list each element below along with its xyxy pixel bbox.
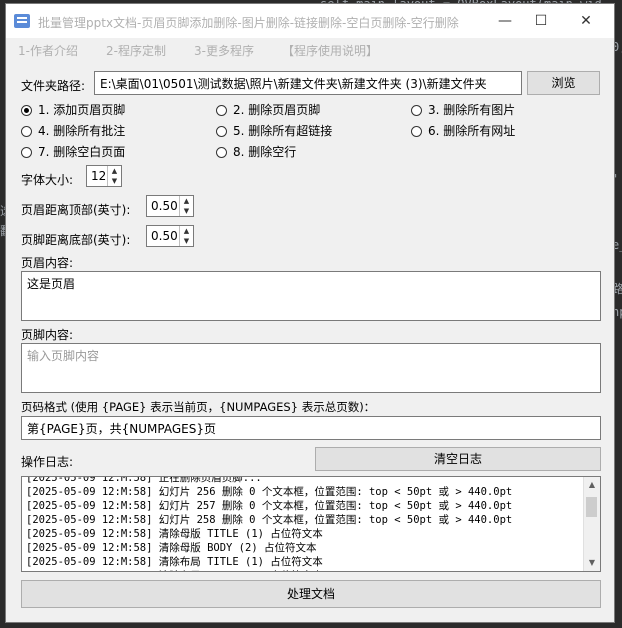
- folder-path-input[interactable]: E:\桌面\01\0501\测试数据\照片\新建文件夹\新建文件夹 (3)\新建…: [94, 71, 522, 95]
- spin-up-icon[interactable]: ▲: [108, 166, 121, 176]
- option-label: 6. 删除所有网址: [428, 124, 516, 138]
- radio-dot: [21, 105, 32, 116]
- footer-content-label: 页脚内容:: [21, 328, 74, 342]
- option-delete-header-footer[interactable]: 2. 删除页眉页脚: [216, 101, 320, 117]
- radio-dot: [216, 105, 227, 116]
- page-format-label: 页码格式 (使用 {PAGE} 表示当前页，{NUMPAGES} 表示总页数)：: [21, 400, 376, 414]
- log-label: 操作日志:: [21, 455, 74, 469]
- folder-path-label: 文件夹路径:: [21, 79, 86, 93]
- log-line: [2025-05-09 12:M:58] 清除母版 TITLE (1) 占位符文…: [26, 528, 323, 540]
- menu-item-more[interactable]: 3-更多程序: [194, 42, 254, 59]
- menu-item-help[interactable]: 【程序使用说明】: [282, 42, 378, 59]
- main-window: 批量管理pptx文档-页眉页脚添加删除-图片删除-链接删除-空白页删除-空行删除…: [5, 3, 615, 623]
- scroll-up-icon[interactable]: ▲: [584, 477, 600, 493]
- log-textarea[interactable]: [2025-05-09 12:M:58] 正在删除页眉页脚... [2025-05…: [21, 476, 601, 572]
- header-distance-value: 0.50: [151, 199, 178, 213]
- font-size-value: 12: [91, 169, 107, 183]
- scroll-down-icon[interactable]: ▼: [584, 555, 600, 571]
- log-line: [2025-05-09 12:M:58] 幻灯片 257 删除 0 个文本框，位…: [26, 500, 513, 512]
- scroll-thumb[interactable]: [586, 497, 597, 517]
- footer-distance-value: 0.50: [151, 229, 178, 243]
- option-label: 7. 删除空白页面: [38, 145, 126, 159]
- spin-down-icon[interactable]: ▼: [108, 176, 121, 186]
- page-format-input[interactable]: 第{PAGE}页，共{NUMPAGES}页: [21, 416, 601, 440]
- radio-dot: [216, 126, 227, 137]
- option-label: 5. 删除所有超链接: [233, 124, 333, 138]
- option-delete-images[interactable]: 3. 删除所有图片: [411, 101, 515, 117]
- spin-down-icon[interactable]: ▼: [180, 236, 193, 246]
- log-line: [2025-05-09 12:M:58] 清除母版 BODY (2) 占位符文本: [26, 542, 317, 554]
- radio-dot: [21, 147, 32, 158]
- log-line: [2025-05-09 12:M:58] 清除布局 TITLE (1) 占位符文…: [26, 556, 323, 568]
- menu-item-author[interactable]: 1-作者介绍: [18, 42, 78, 59]
- log-line: [2025-05-09 12:M:58] 清除布局 TITLE (1) 占位符文…: [26, 569, 512, 571]
- option-label: 4. 删除所有批注: [38, 124, 126, 138]
- header-distance-label: 页眉距离顶部(英寸):: [21, 203, 131, 217]
- process-button[interactable]: 处理文档: [21, 580, 601, 608]
- close-button[interactable]: ✕: [564, 8, 608, 34]
- log-scrollbar[interactable]: ▲ ▼: [583, 477, 600, 571]
- radio-dot: [216, 147, 227, 158]
- footer-distance-spinbox[interactable]: 0.50 ▲ ▼: [146, 225, 194, 247]
- option-delete-comments[interactable]: 4. 删除所有批注: [21, 122, 125, 138]
- window-title: 批量管理pptx文档-页眉页脚添加删除-图片删除-链接删除-空白页删除-空行删除: [38, 16, 459, 30]
- app-icon: [14, 14, 30, 28]
- log-line: [2025-05-09 12:M:58] 正在删除页眉页脚...: [26, 476, 262, 484]
- footer-content-textarea[interactable]: 输入页脚内容: [21, 343, 601, 393]
- log-lines: [2025-05-09 12:M:58] 正在删除页眉页脚... [2025-05…: [26, 476, 513, 571]
- option-label: 8. 删除空行: [233, 145, 297, 159]
- clear-log-button[interactable]: 清空日志: [315, 447, 601, 471]
- menu-bar: 1-作者介绍 2-程序定制 3-更多程序 【程序使用说明】: [6, 38, 614, 62]
- radio-dot: [411, 105, 422, 116]
- option-add-header-footer[interactable]: 1. 添加页眉页脚: [21, 101, 125, 117]
- option-delete-urls[interactable]: 6. 删除所有网址: [411, 122, 515, 138]
- option-delete-empty-lines[interactable]: 8. 删除空行: [216, 143, 296, 159]
- option-delete-blank-pages[interactable]: 7. 删除空白页面: [21, 143, 125, 159]
- spin-up-icon[interactable]: ▲: [180, 226, 193, 236]
- log-line: [2025-05-09 12:M:58] 幻灯片 256 删除 0 个文本框，位…: [26, 486, 513, 498]
- font-size-label: 字体大小:: [21, 173, 74, 187]
- header-distance-spinbox[interactable]: 0.50 ▲ ▼: [146, 195, 194, 217]
- title-bar[interactable]: 批量管理pptx文档-页眉页脚添加删除-图片删除-链接删除-空白页删除-空行删除…: [6, 4, 614, 38]
- header-content-textarea[interactable]: 这是页眉: [21, 271, 601, 321]
- spin-up-icon[interactable]: ▲: [180, 196, 193, 206]
- option-delete-hyperlinks[interactable]: 5. 删除所有超链接: [216, 122, 332, 138]
- option-label: 3. 删除所有图片: [428, 103, 516, 117]
- option-label: 2. 删除页眉页脚: [233, 103, 321, 117]
- radio-dot: [21, 126, 32, 137]
- footer-distance-label: 页脚距离底部(英寸):: [21, 233, 131, 247]
- menu-item-custom[interactable]: 2-程序定制: [106, 42, 166, 59]
- header-content-label: 页眉内容:: [21, 256, 74, 270]
- browse-button[interactable]: 浏览: [527, 71, 600, 95]
- font-size-spinbox[interactable]: 12 ▲ ▼: [86, 165, 122, 187]
- maximize-button[interactable]: ☐: [519, 8, 563, 34]
- radio-dot: [411, 126, 422, 137]
- option-label: 1. 添加页眉页脚: [38, 103, 126, 117]
- log-line: [2025-05-09 12:M:58] 幻灯片 258 删除 0 个文本框，位…: [26, 514, 513, 526]
- spin-down-icon[interactable]: ▼: [180, 206, 193, 216]
